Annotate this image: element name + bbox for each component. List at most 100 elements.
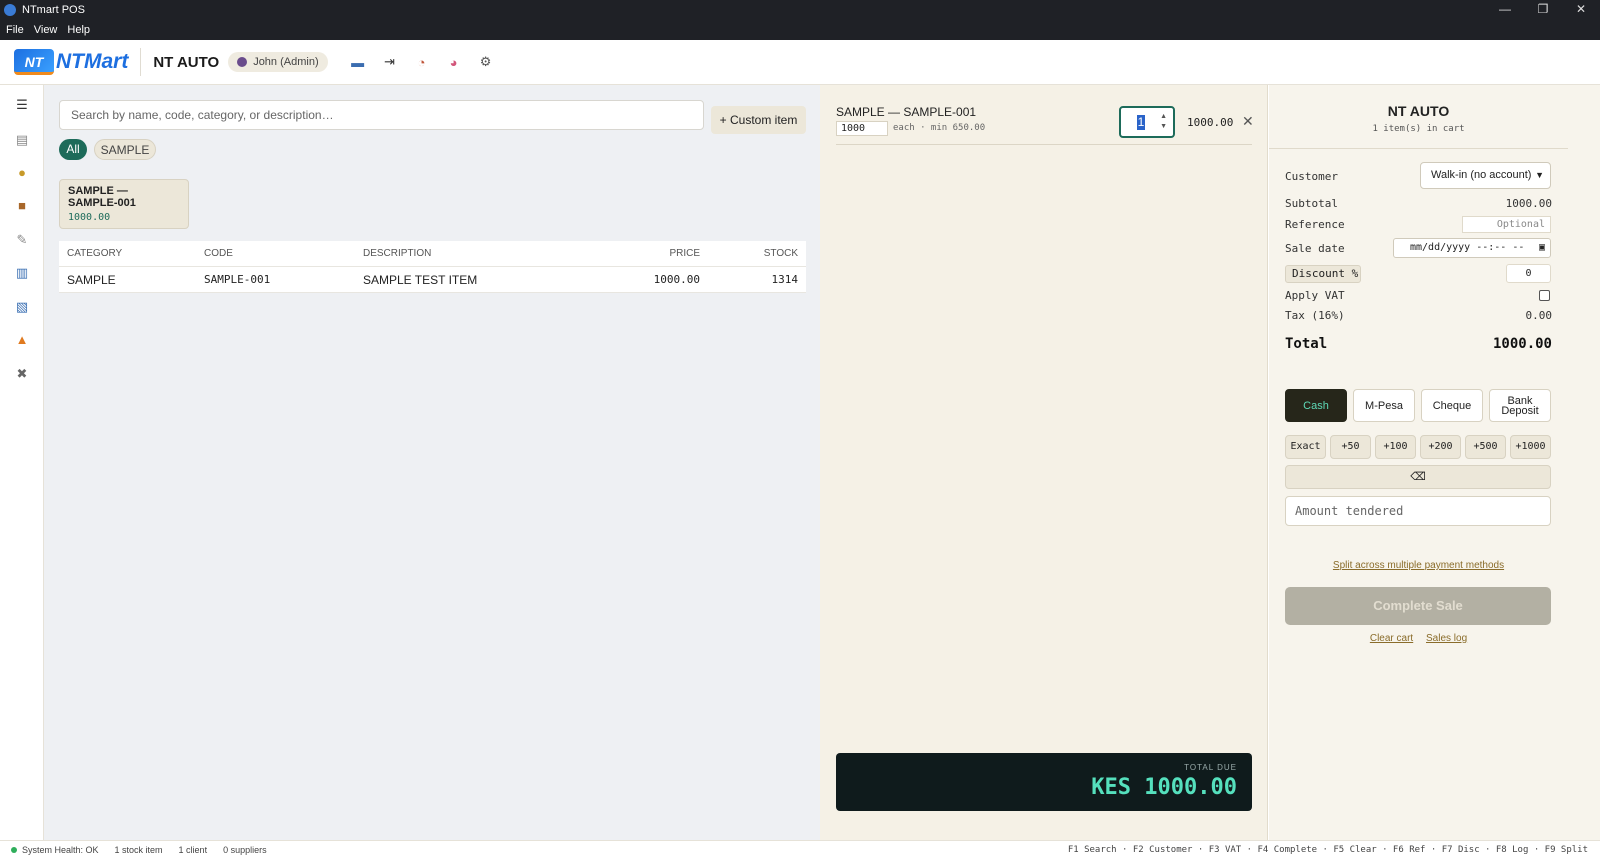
menu-help[interactable]: Help [67,24,90,36]
apply-vat-label: Apply VAT [1285,289,1345,302]
cart-pane: SAMPLE — SAMPLE-001 1000 each · min 650.… [820,85,1268,840]
remove-line-icon[interactable]: ✕ [1242,113,1254,130]
box-icon[interactable]: ■ [0,198,44,213]
col-description[interactable]: DESCRIPTION [355,248,585,259]
backspace-button[interactable]: ⌫ [1285,465,1551,489]
menu-view[interactable]: View [34,24,58,36]
client-count: 1 client [178,845,208,855]
table-row[interactable]: SAMPLE SAMPLE-001 SAMPLE TEST ITEM 1000.… [59,267,806,293]
quantity-value: 1 [1137,115,1145,130]
menu-file[interactable]: File [6,24,24,36]
cell-price: 1000.00 [653,273,700,286]
menu-icon[interactable]: ☰ [0,97,44,113]
cone-icon[interactable]: ▲ [0,332,44,347]
quick-500-button[interactable]: +500 [1465,435,1506,459]
user-name: John (Admin) [253,56,319,68]
header-divider [140,48,142,76]
apply-vat-checkbox[interactable] [1539,290,1550,301]
discount-input[interactable]: 0 [1506,264,1551,283]
search-input[interactable]: Search by name, code, category, or descr… [59,100,704,130]
product-card[interactable]: SAMPLE — SAMPLE-001 1000.00 [59,179,189,229]
ntmart-logo: NT NTMart [14,49,128,75]
cell-description: SAMPLE TEST ITEM [363,272,478,287]
cell-category: SAMPLE [67,272,116,287]
checkout-divider [1269,148,1568,149]
window-controls: — ❐ ✕ [1486,0,1600,20]
amount-tendered-input[interactable]: Amount tendered [1285,496,1551,526]
app-icon [4,4,16,16]
health-status-icon [11,847,17,853]
card-icon[interactable]: ▬ [342,55,374,70]
checkout-title: NT AUTO [1387,103,1450,119]
pay-bank-deposit-button[interactable]: Bank Deposit [1489,389,1551,422]
keyboard-shortcuts: F1 Search · F2 Customer · F3 VAT · F4 Co… [1067,845,1588,855]
clear-cart-link[interactable]: Clear cart [1370,633,1413,644]
logout-icon[interactable]: ⇥ [374,54,406,70]
maximize-button[interactable]: ❐ [1524,0,1562,20]
quick-200-button[interactable]: +200 [1420,435,1461,459]
minimize-button[interactable]: — [1486,0,1524,20]
calendar-icon[interactable]: ▣ [1539,239,1545,257]
split-payment-link[interactable]: Split across multiple payment methods [1269,560,1568,571]
min-price-note: each · min 650.00 [893,123,986,133]
col-code[interactable]: CODE [196,248,355,259]
cart-count: 1 item(s) in cart [1372,124,1465,134]
table-header: CATEGORY CODE DESCRIPTION PRICE STOCK [59,241,806,267]
reference-input[interactable]: Optional [1462,216,1551,233]
window-titlebar: NTmart POS — ❐ ✕ [0,0,1600,20]
quantity-stepper[interactable]: 1 ▲ ▼ [1119,106,1175,138]
line-chart-icon[interactable]: ▧ [0,299,44,315]
complete-sale-button[interactable]: Complete Sale [1285,587,1551,625]
quick-exact-button[interactable]: Exact [1285,435,1326,459]
total-due-label: TOTAL DUE [1184,763,1237,772]
category-chip-all[interactable]: All [59,139,87,160]
close-window-button[interactable]: ✕ [1562,0,1600,20]
customer-select[interactable]: Walk-in (no account) ▼ [1420,162,1551,189]
reference-label: Reference [1285,218,1345,231]
stepper-arrows-icon[interactable]: ▲ ▼ [1160,112,1167,132]
palette-icon[interactable]: ◕ [438,55,470,70]
discount-label[interactable]: Discount % [1285,265,1361,283]
pay-mpesa-button[interactable]: M-Pesa [1353,389,1415,422]
menu-bar: File View Help [0,20,1600,40]
sale-date-input[interactable]: mm/dd/yyyy --:-- -- ▣ [1393,238,1551,258]
settings-icon[interactable]: ⚙ [470,54,502,70]
money-bag-icon[interactable]: ● [0,165,44,180]
total-label: Total [1285,336,1328,352]
quick-50-button[interactable]: +50 [1330,435,1371,459]
receipt-icon[interactable]: ▤ [0,132,44,148]
category-chip-sample[interactable]: SAMPLE [94,139,156,160]
customer-value: Walk-in (no account) [1431,169,1532,181]
total-value: 1000.00 [1492,336,1552,352]
product-pane: Search by name, code, category, or descr… [44,85,820,840]
col-stock[interactable]: STOCK [708,248,806,259]
tools-icon[interactable]: ✖ [0,366,44,382]
pay-cash-button[interactable]: Cash [1285,389,1347,422]
col-category[interactable]: CATEGORY [59,248,196,259]
subtotal-label: Subtotal [1285,197,1338,210]
sales-log-link[interactable]: Sales log [1426,633,1467,644]
custom-item-button[interactable]: + Custom item [711,106,806,134]
quick-1000-button[interactable]: +1000 [1510,435,1551,459]
bar-chart-icon[interactable]: ▥ [0,265,44,281]
checkout-panel: NT AUTO 1 item(s) in cart Customer Walk-… [1269,85,1600,840]
wrench-icon[interactable]: ✎ [0,232,44,248]
app-header: NT NTMart NT AUTO John (Admin) ▬ ⇥ ◔ ◕ ⚙ [0,40,1600,85]
supplier-count: 0 suppliers [223,845,267,855]
store-name: NT AUTO [153,53,220,71]
chevron-down-icon: ▼ [1535,170,1544,180]
sale-date-value: mm/dd/yyyy --:-- -- [1410,242,1525,253]
user-icon [237,57,248,67]
total-due-value: KES 1000.00 [1091,775,1237,800]
logo-mark: NT [14,49,54,75]
unit-price-input[interactable]: 1000 [836,121,888,136]
window-title: NTmart POS [22,4,85,16]
user-chip[interactable]: John (Admin) [228,52,328,72]
quick-100-button[interactable]: +100 [1375,435,1416,459]
pay-cheque-button[interactable]: Cheque [1421,389,1483,422]
col-price[interactable]: PRICE [585,248,708,259]
subtotal-value: 1000.00 [1505,197,1552,210]
product-card-price: 1000.00 [68,212,111,223]
clock-icon[interactable]: ◔ [406,55,438,70]
cell-stock: 1314 [771,273,799,286]
